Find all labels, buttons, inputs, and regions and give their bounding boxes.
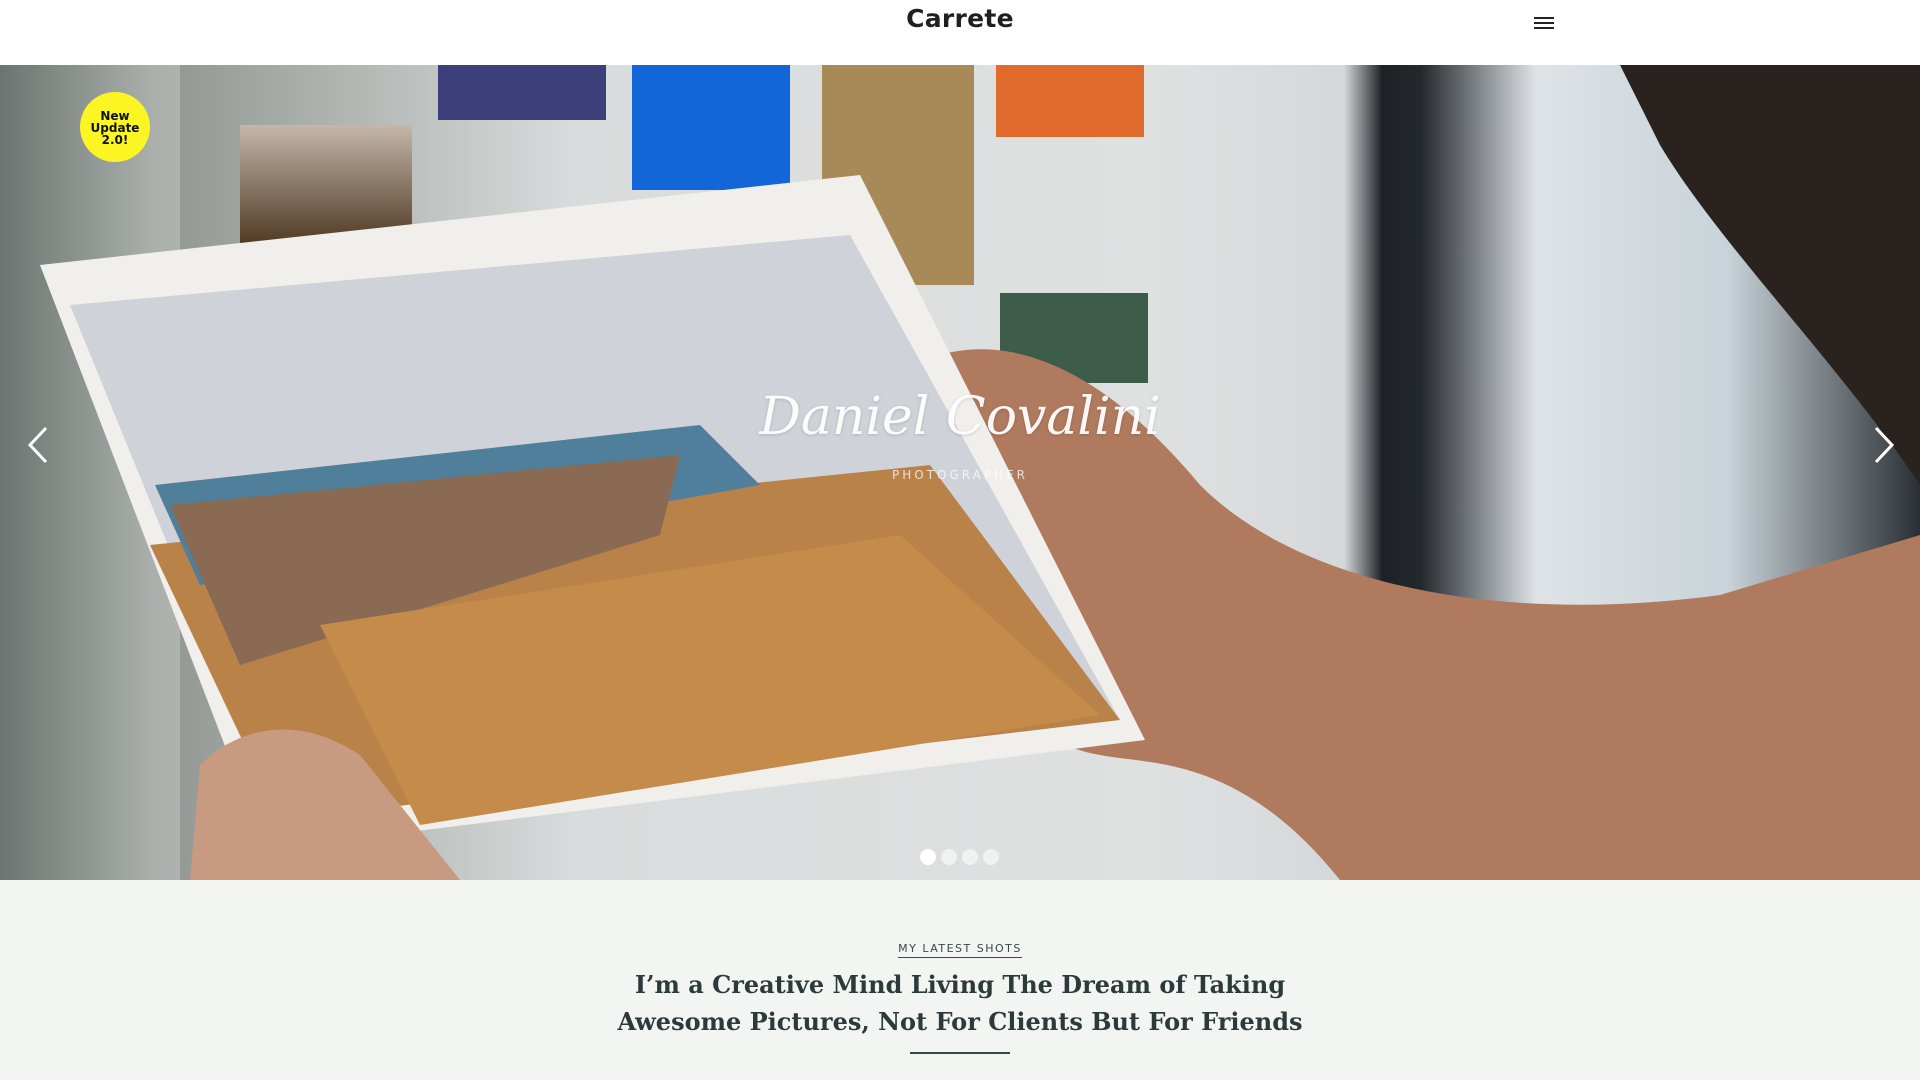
site-logo[interactable]: Carrete xyxy=(0,4,1920,33)
slider-dot-2[interactable] xyxy=(941,849,957,865)
badge-line-3: 2.0! xyxy=(101,133,129,147)
hero-subtitle: PHOTOGRAPHER xyxy=(891,468,1029,482)
kicker-label[interactable]: MY LATEST SHOTS xyxy=(898,942,1022,958)
heading-divider xyxy=(910,1052,1010,1054)
hamburger-menu-icon[interactable] xyxy=(1532,12,1558,36)
section-kicker: MY LATEST SHOTS xyxy=(0,939,1920,958)
site-header: Carrete xyxy=(0,0,1920,65)
hero-slider: New Update 2.0! Daniel Covalini PHOTOGRA… xyxy=(0,65,1920,880)
intro-section: MY LATEST SHOTS I’m a Creative Mind Livi… xyxy=(0,880,1920,1080)
section-heading: I’m a Creative Mind Living The Dream of … xyxy=(617,970,1303,1036)
slider-dot-1[interactable] xyxy=(920,849,936,865)
new-update-badge[interactable]: New Update 2.0! xyxy=(80,92,150,162)
slider-dot-3[interactable] xyxy=(962,849,978,865)
chevron-right-icon[interactable] xyxy=(1862,420,1902,470)
hero-title: Daniel Covalini xyxy=(759,387,1161,447)
slider-dot-4[interactable] xyxy=(983,849,999,865)
chevron-left-icon[interactable] xyxy=(20,420,60,470)
